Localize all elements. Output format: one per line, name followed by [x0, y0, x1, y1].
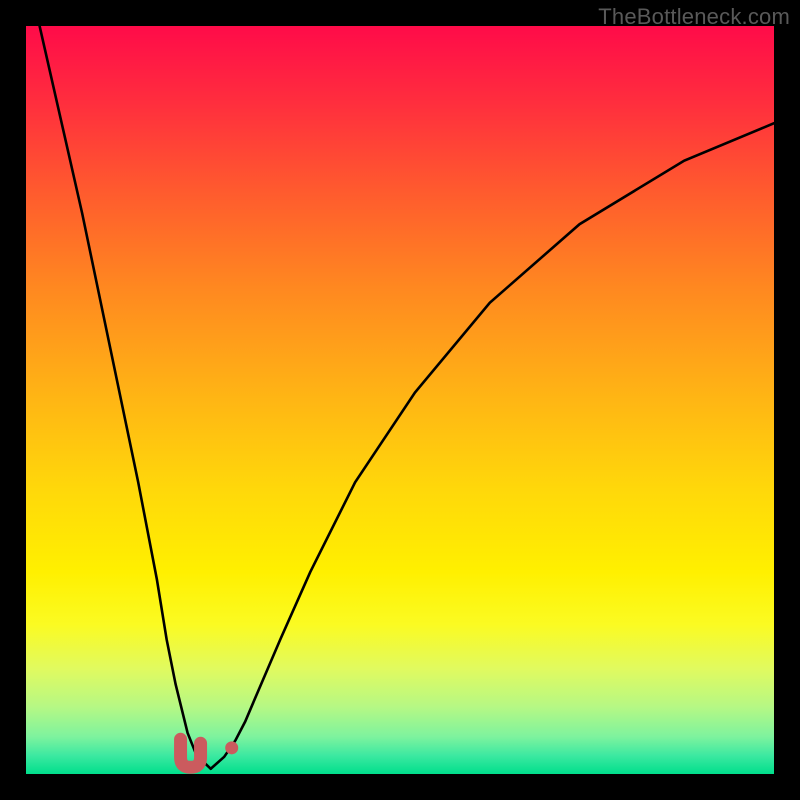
chart-frame: TheBottleneck.com	[0, 0, 800, 800]
left-curve	[26, 26, 211, 769]
dot-marker	[225, 741, 238, 754]
plot-area	[26, 26, 774, 774]
right-curve	[211, 123, 774, 769]
curve-layer	[26, 26, 774, 774]
watermark-text: TheBottleneck.com	[598, 4, 790, 30]
